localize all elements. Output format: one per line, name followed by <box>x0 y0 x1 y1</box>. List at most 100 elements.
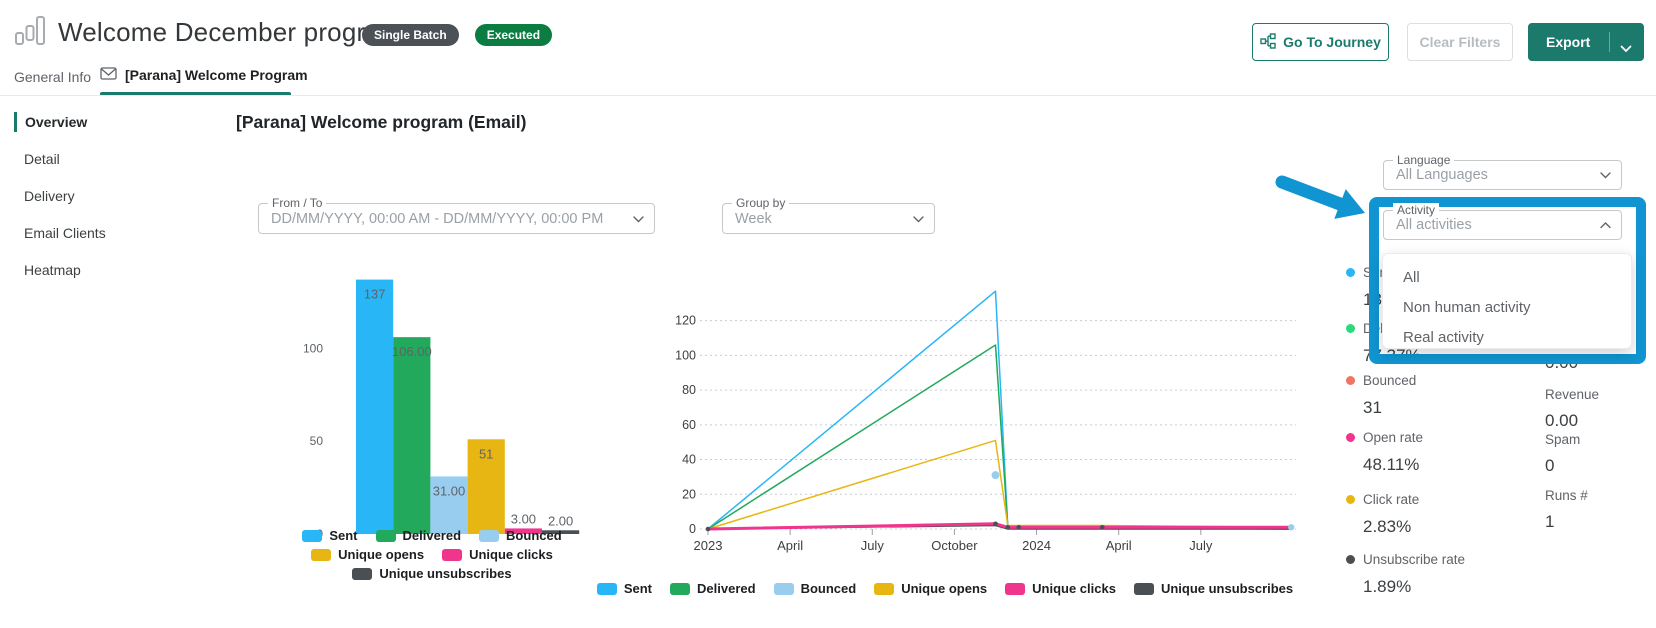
line-chart-legend: SentDeliveredBouncedUnique opensUnique c… <box>650 579 1240 598</box>
point-bounced[interactable] <box>991 471 999 479</box>
legend-item-delivered[interactable]: Delivered <box>376 528 462 543</box>
legend-label: Delivered <box>697 581 756 596</box>
tab-parana-welcome-program[interactable]: [Parana] Welcome Program <box>100 67 308 83</box>
legend-label: Unique unsubscribes <box>379 566 511 581</box>
legend-chip <box>874 583 894 595</box>
stat-dot-icon <box>1346 555 1355 564</box>
stat-spam: Spam0 <box>1545 432 1580 476</box>
stat-label-text: Revenue <box>1545 387 1599 405</box>
legend-item-bounced[interactable]: Bounced <box>479 528 562 543</box>
group-by-field[interactable]: Group by Week <box>722 203 935 234</box>
legend-item-sent[interactable]: Sent <box>597 581 652 596</box>
svg-text:106.00: 106.00 <box>392 344 432 359</box>
legend-label: Unique opens <box>338 547 424 562</box>
campaign-report-page: Welcome December program Single BatchExe… <box>0 0 1656 628</box>
bar-delivered[interactable] <box>393 337 430 534</box>
chevron-down-icon[interactable] <box>913 210 924 228</box>
activity-label: Activity <box>1393 203 1439 217</box>
bar-chart-legend: Sent Delivered Bounced Unique opens Unique c… <box>272 526 592 583</box>
svg-text:40: 40 <box>682 453 696 467</box>
legend-label: Bounced <box>506 528 562 543</box>
legend-chip <box>597 583 617 595</box>
legend-item-unique-unsubscribes[interactable]: Unique unsubscribes <box>1134 581 1293 596</box>
chevron-down-icon[interactable] <box>1620 40 1632 56</box>
svg-text:100: 100 <box>675 348 696 362</box>
legend-chip <box>1005 583 1025 595</box>
chevron-down-icon[interactable] <box>633 210 644 228</box>
stat-bounced: Bounced 31 <box>1346 370 1416 418</box>
legend-row: Unique opens Unique clicks <box>272 545 592 564</box>
sidebar-nav: Overview Detail Delivery Email Clients Heatm… <box>14 112 184 280</box>
legend-label: Sent <box>624 581 652 596</box>
svg-text:51: 51 <box>479 446 493 461</box>
report-title: [Parana] Welcome program (Email) <box>236 112 526 133</box>
bar-sent[interactable] <box>356 280 393 534</box>
legend-chip <box>670 583 690 595</box>
sidebar-item-detail[interactable]: Detail <box>14 149 184 169</box>
tab-general-info-label: General Info <box>14 69 91 85</box>
activity-field[interactable]: Activity All activities <box>1383 210 1622 240</box>
stat-dot-icon <box>1346 324 1355 333</box>
clear-filters-button[interactable]: Clear Filters <box>1407 23 1513 61</box>
from-to-date-field[interactable]: From / To DD/MM/YYYY, 00:00 AM - DD/MM/Y… <box>258 203 655 234</box>
legend-item-unique-unsubscribes[interactable]: Unique unsubscribes <box>352 566 511 581</box>
line-unique-clicks[interactable] <box>708 524 1291 529</box>
activity-option-real-activity[interactable]: Real activity <box>1383 322 1631 352</box>
legend-item-unique-opens[interactable]: Unique opens <box>311 547 424 562</box>
go-to-journey-button[interactable]: Go To Journey <box>1252 23 1389 61</box>
legend-item-sent[interactable]: Sent <box>302 528 357 543</box>
stat-label-text: Click rate <box>1363 492 1419 507</box>
envelope-icon <box>100 67 117 83</box>
legend-item-unique-opens[interactable]: Unique opens <box>874 581 987 596</box>
chevron-up-icon[interactable] <box>1600 216 1611 234</box>
sidebar-item-heatmap[interactable]: Heatmap <box>14 260 184 280</box>
svg-text:July: July <box>861 538 885 553</box>
chevron-down-icon[interactable] <box>1600 166 1611 184</box>
legend-item-unique-clicks[interactable]: Unique clicks <box>442 547 553 562</box>
stat-label: Bounced <box>1346 370 1416 390</box>
clear-filters-label: Clear Filters <box>1420 34 1501 50</box>
from-to-placeholder: DD/MM/YYYY, 00:00 AM - DD/MM/YYYY, 00:00… <box>271 211 603 227</box>
stat-label-text: Open rate <box>1363 430 1423 445</box>
app-logo-barchart-icon <box>13 14 47 53</box>
stat-label-text: Runs # <box>1545 488 1588 506</box>
export-button[interactable]: Export <box>1528 23 1644 61</box>
svg-text:20: 20 <box>682 487 696 501</box>
line-unique-opens[interactable] <box>708 440 1291 529</box>
legend-item-bounced[interactable]: Bounced <box>774 581 857 596</box>
svg-text:October: October <box>931 538 978 553</box>
sidebar-item-overview[interactable]: Overview <box>14 112 184 132</box>
stat-click-rate: Click rate2.83% <box>1346 489 1419 537</box>
sidebar-item-email-clients[interactable]: Email Clients <box>14 223 184 243</box>
page-header-title: Welcome December program <box>58 17 402 48</box>
tab-general-info[interactable]: General Info <box>14 69 91 85</box>
stat-value: 0 <box>1545 456 1580 476</box>
svg-text:0: 0 <box>689 522 696 536</box>
legend-chip <box>311 549 331 561</box>
activity-option-all[interactable]: All <box>1383 262 1631 292</box>
annotation-arrow-icon <box>1268 168 1378 229</box>
stat-label: Click rate <box>1346 489 1419 509</box>
stat-occluded: 0.00 <box>1545 353 1578 373</box>
stat-value: 0.00 <box>1545 411 1599 431</box>
svg-text:31.00: 31.00 <box>433 483 466 498</box>
svg-text:2024: 2024 <box>1022 538 1051 553</box>
journey-flow-icon <box>1260 33 1276 52</box>
legend-item-unique-clicks[interactable]: Unique clicks <box>1005 581 1116 596</box>
legend-item-delivered[interactable]: Delivered <box>670 581 756 596</box>
activity-dropdown-menu: AllNon human activityReal activity <box>1382 253 1632 349</box>
legend-label: Unique clicks <box>1032 581 1116 596</box>
language-value: All Languages <box>1396 167 1488 183</box>
export-label: Export <box>1546 34 1590 50</box>
sidebar-item-delivery[interactable]: Delivery <box>14 186 184 206</box>
legend-row: Sent Delivered Bounced <box>272 526 592 545</box>
language-field[interactable]: Language All Languages <box>1383 160 1622 190</box>
activity-option-non-human-activity[interactable]: Non human activity <box>1383 292 1631 322</box>
stat-value: 31 <box>1363 398 1416 418</box>
stat-dot-icon <box>1346 433 1355 442</box>
legend-label: Unique opens <box>901 581 987 596</box>
svg-text:2023: 2023 <box>694 538 723 553</box>
stat-value: 0.00 <box>1545 353 1578 373</box>
svg-text:July: July <box>1189 538 1213 553</box>
legend-chip <box>376 530 396 542</box>
